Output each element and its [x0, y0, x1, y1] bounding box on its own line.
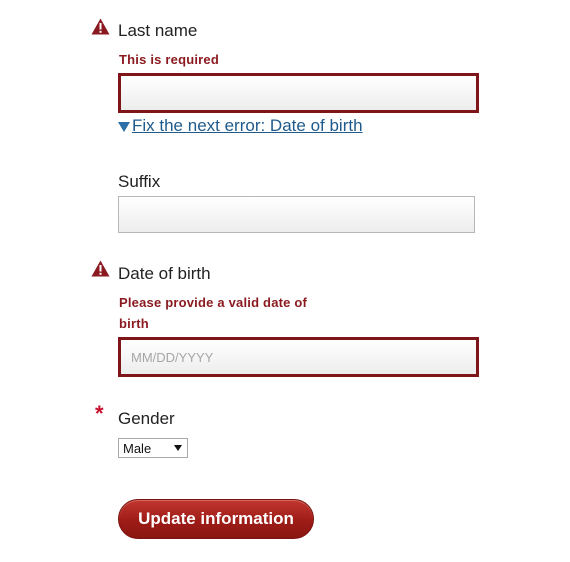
triangle-down-icon: [118, 122, 130, 132]
date-of-birth-error-line2: birth: [119, 316, 149, 331]
warning-icon: [91, 18, 110, 35]
suffix-label: Suffix: [118, 172, 161, 191]
warning-icon: [91, 260, 110, 277]
chevron-down-icon: [174, 445, 182, 451]
date-of-birth-input[interactable]: [118, 337, 479, 377]
last-name-input[interactable]: [118, 73, 479, 113]
last-name-error: This is required: [119, 52, 220, 67]
fix-next-error-link-text[interactable]: Fix the next error: Date of birth: [132, 116, 363, 136]
suffix-input[interactable]: [118, 196, 475, 233]
gender-label: Gender: [118, 409, 175, 428]
date-of-birth-error-line1: Please provide a valid date of: [119, 295, 308, 310]
update-information-button[interactable]: Update information: [118, 499, 314, 539]
last-name-label: Last name: [118, 21, 198, 40]
gender-select[interactable]: Male: [118, 438, 188, 458]
date-of-birth-label: Date of birth: [118, 264, 211, 283]
required-asterisk: *: [95, 401, 104, 426]
gender-select-value: Male: [123, 441, 152, 456]
